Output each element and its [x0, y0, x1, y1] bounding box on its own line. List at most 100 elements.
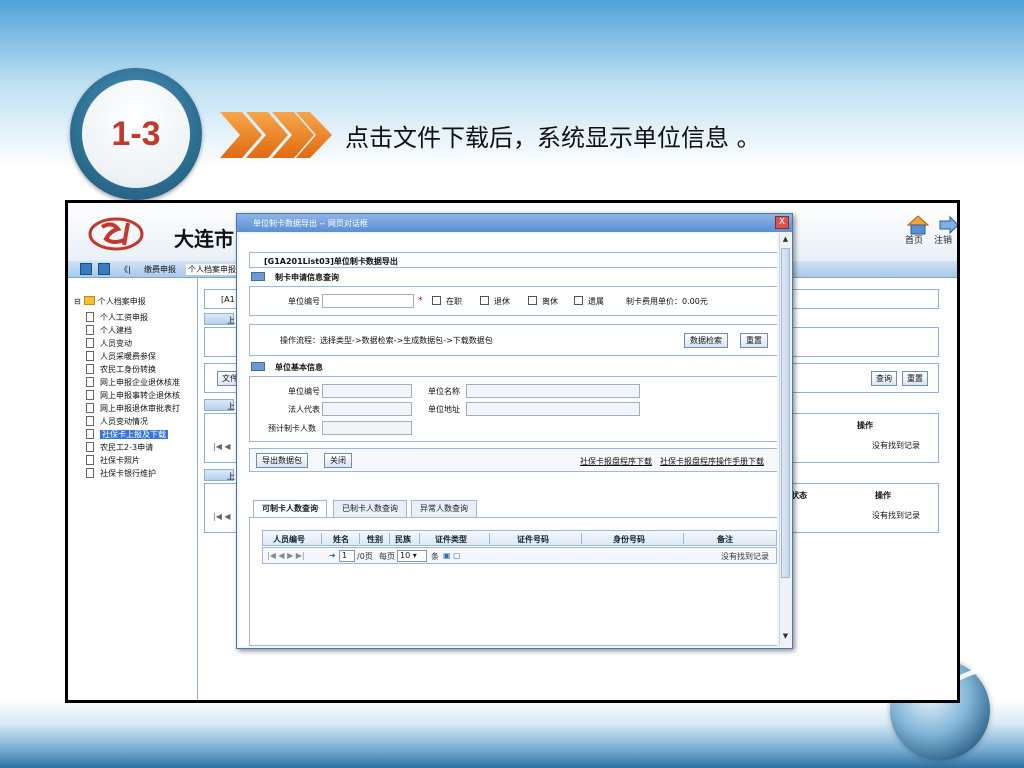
sidebar-item[interactable]: 网上申报事转企退休核 — [86, 389, 180, 402]
sidebar-item[interactable]: 个人建档 — [86, 324, 132, 337]
unit-name-field — [466, 384, 640, 398]
nav-collapse[interactable]: 《| — [120, 264, 131, 275]
grid-pager: |◀ ◀ ▶ ▶| ➜ 1 /0页 每页 10 ▾ 条 ▣ ▢ 没有找到记录 — [262, 547, 777, 564]
process-text: 操作流程：选择类型->数据检索->生成数据包->下载数据包 — [280, 336, 493, 345]
pager-nav-buttons[interactable]: |◀ ◀ ▶ ▶| — [267, 551, 305, 560]
doc-icon — [86, 364, 94, 374]
nav-back-icon[interactable] — [98, 263, 110, 275]
sidebar-item[interactable]: 人员采暖费参保 — [86, 350, 156, 363]
col-id-type[interactable]: 证件类型 — [435, 534, 467, 545]
tab-issued-count[interactable]: 已制卡人数查询 — [333, 500, 407, 517]
app-screenshot: 大连市 首页 注销 《| 缴费申报 个人档案申报 ⊟ 个人档案申报 个人工资申报 … — [65, 200, 960, 703]
doc-icon — [86, 325, 94, 335]
pager-refresh-icon[interactable]: ➜ — [329, 551, 336, 560]
export-package-button[interactable]: 导出数据包 — [256, 453, 308, 468]
expected-count-field — [322, 421, 412, 435]
collapse-icon[interactable] — [251, 362, 265, 371]
checkbox-icon[interactable] — [480, 296, 489, 305]
nav-up-icon[interactable] — [80, 263, 92, 275]
col-identity-number[interactable]: 身份号码 — [613, 534, 645, 545]
dialog-heading: [G1A201List03]单位制卡数据导出 — [264, 257, 398, 266]
col-gender[interactable]: 性别 — [367, 534, 383, 545]
sidebar-item[interactable]: 人员变动情况 — [86, 415, 148, 428]
pager-export-icon[interactable]: ▣ ▢ — [443, 551, 461, 560]
sidebar-item-selected[interactable]: 社保卡上报及下载 — [86, 428, 168, 441]
dialog-close-btn[interactable]: 关闭 — [324, 453, 352, 468]
no-record-text: 没有找到记录 — [721, 552, 769, 561]
nav-item-personal-file[interactable]: 个人档案申报 — [186, 264, 238, 275]
chevron-down-icon: ▾ — [412, 551, 417, 560]
card-fee-label: 制卡费用单价：0.00元 — [626, 297, 708, 306]
unit-section-header[interactable]: 单位基本信息 — [249, 360, 777, 374]
action-bar: 导出数据包 关闭 社保卡报盘程序下载 社保卡报盘程序操作手册下载 — [249, 448, 777, 472]
tab-abnormal-count[interactable]: 异常人数查询 — [411, 500, 477, 517]
col-remark[interactable]: 备注 — [717, 534, 733, 545]
col-id-number[interactable]: 证件号码 — [517, 534, 549, 545]
download-manual-link[interactable]: 社保卡报盘程序操作手册下载 — [660, 456, 764, 467]
col-name[interactable]: 姓名 — [333, 534, 349, 545]
checkbox-icon[interactable] — [574, 296, 583, 305]
query-unit-code-input[interactable] — [322, 294, 414, 308]
dialog-close-button[interactable]: X — [775, 216, 789, 229]
dialog-scrollbar[interactable]: ▲ ▼ — [779, 234, 791, 646]
sidebar-item[interactable]: 人员变动 — [86, 337, 132, 350]
tab-available-count[interactable]: 可制卡人数查询 — [253, 500, 327, 518]
scroll-down-icon[interactable]: ▼ — [781, 632, 790, 642]
col-ethnicity[interactable]: 民族 — [395, 534, 411, 545]
nav-item-payment[interactable]: 缴费申报 — [144, 264, 176, 275]
sidebar-item[interactable]: 网上申报退休审批表打 — [86, 402, 180, 415]
bg-section-toggle[interactable]: 上 — [204, 313, 235, 325]
sidebar-item[interactable]: 社保卡照片 — [86, 454, 140, 467]
sidebar-item[interactable]: 网上申报企业退休核准 — [86, 376, 180, 389]
doc-icon — [86, 377, 94, 387]
slide-headline: 点击文件下载后，系统显示单位信息 。 — [345, 124, 761, 152]
data-search-button[interactable]: 数据检索 — [684, 333, 728, 348]
tree-minus-icon[interactable]: ⊟ — [74, 297, 81, 306]
download-program-link[interactable]: 社保卡报盘程序下载 — [580, 456, 652, 467]
unit-code-field — [322, 384, 412, 398]
si-logo-icon — [88, 217, 144, 251]
tab-panel: 人员编号 姓名 性别 民族 证件类型 证件号码 身份号码 备注 |◀ ◀ ▶ ▶… — [249, 517, 777, 646]
doc-icon — [86, 416, 94, 426]
logout-link[interactable]: 注销 — [934, 233, 952, 246]
grid-header: 人员编号 姓名 性别 民族 证件类型 证件号码 身份号码 备注 — [262, 530, 777, 546]
scroll-up-icon[interactable]: ▲ — [781, 235, 790, 245]
dialog-heading-bar: [G1A201List03]单位制卡数据导出 — [249, 252, 777, 268]
query-section-header[interactable]: 制卡申请信息查询 — [249, 270, 777, 284]
process-reset-button[interactable]: 重置 — [740, 333, 768, 348]
tree-root[interactable]: ⊟ 个人档案申报 — [74, 296, 146, 307]
checkbox-survivor[interactable]: 遗属 — [574, 296, 604, 307]
dialog-titlebar[interactable]: 单位制卡数据导出 -- 网页对话框 X — [237, 214, 792, 232]
pager-page-input[interactable]: 1 — [339, 550, 355, 562]
scroll-thumb[interactable] — [781, 248, 790, 578]
checkbox-resigned[interactable]: 离休 — [528, 296, 558, 307]
checkbox-icon[interactable] — [528, 296, 537, 305]
bg-query-button[interactable]: 查询 — [871, 371, 897, 386]
sidebar-item[interactable]: 农民工2-3申请 — [86, 441, 153, 454]
dialog-body: [G1A201List03]单位制卡数据导出 制卡申请信息查询 单位编号 * 在… — [239, 234, 777, 646]
col-person-id[interactable]: 人员编号 — [273, 534, 305, 545]
step-badge-inner: 1-3 — [82, 80, 190, 188]
sidebar-item[interactable]: 社保卡银行维护 — [86, 467, 156, 480]
doc-icon — [86, 390, 94, 400]
bg-section-toggle[interactable]: 上 — [204, 399, 235, 411]
dialog-title: 单位制卡数据导出 -- 网页对话框 — [253, 219, 368, 228]
sidebar-item[interactable]: 个人工资申报 — [86, 311, 148, 324]
doc-icon — [86, 429, 94, 439]
checkbox-active[interactable]: 在职 — [432, 296, 462, 307]
doc-icon — [86, 442, 94, 452]
bg-reset-button[interactable]: 重置 — [902, 371, 928, 386]
home-link[interactable]: 首页 — [905, 233, 923, 246]
chevron-arrows-icon — [220, 112, 332, 158]
per-page-select[interactable]: 10 ▾ — [397, 550, 427, 562]
doc-icon — [86, 455, 94, 465]
checkbox-retired[interactable]: 退休 — [480, 296, 510, 307]
doc-icon — [86, 403, 94, 413]
unit-info-section: 单位编号 单位名称 法人代表 单位地址 预计制卡人数 — [249, 376, 777, 442]
checkbox-icon[interactable] — [432, 296, 441, 305]
collapse-icon[interactable] — [251, 272, 265, 281]
step-badge: 1-3 — [70, 68, 202, 200]
folder-icon — [83, 296, 95, 305]
sidebar-item[interactable]: 农民工身份转换 — [86, 363, 156, 376]
bg-section-toggle[interactable]: 上 — [204, 469, 235, 481]
